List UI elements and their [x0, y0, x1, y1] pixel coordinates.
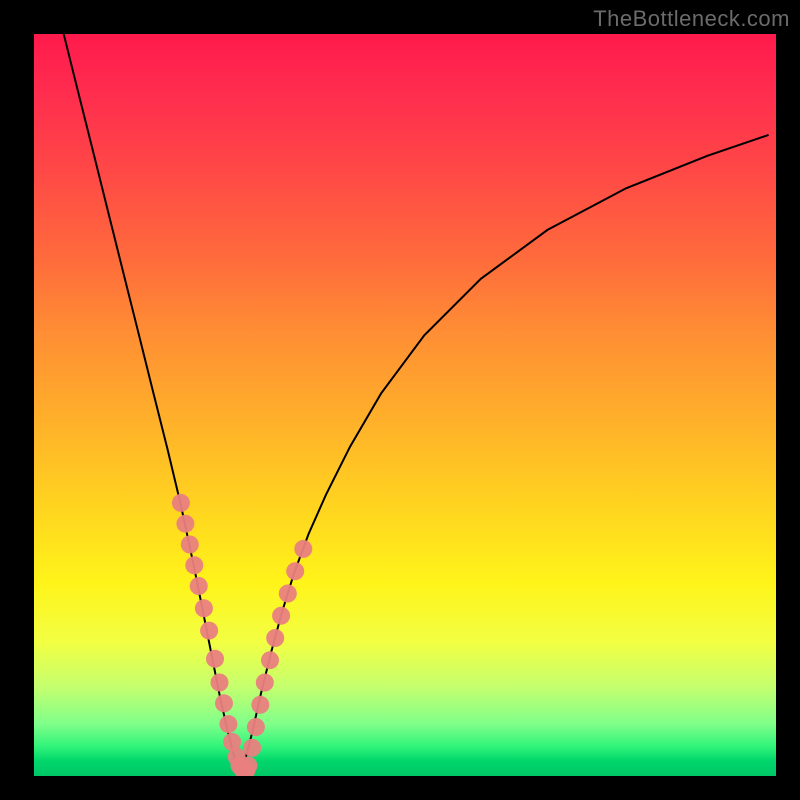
- data-marker: [256, 674, 274, 692]
- data-marker: [261, 651, 279, 669]
- chart-root: TheBottleneck.com: [0, 0, 800, 800]
- plot-area: [34, 34, 776, 776]
- data-marker: [294, 540, 312, 558]
- data-marker: [206, 650, 224, 668]
- data-marker: [279, 585, 297, 603]
- data-marker: [219, 715, 237, 733]
- data-marker: [195, 599, 213, 617]
- data-marker: [172, 494, 190, 512]
- data-marker: [243, 739, 261, 757]
- data-marker: [190, 577, 208, 595]
- data-marker: [176, 515, 194, 533]
- watermark-text: TheBottleneck.com: [593, 6, 790, 32]
- curve-right-branch: [239, 135, 769, 772]
- data-marker: [200, 622, 218, 640]
- data-marker: [185, 556, 203, 574]
- data-marker: [272, 607, 290, 625]
- data-marker: [286, 562, 304, 580]
- data-marker: [215, 694, 233, 712]
- curve-layer: [34, 34, 776, 776]
- data-marker: [211, 674, 229, 692]
- data-marker: [247, 718, 265, 736]
- marker-cluster-right: [239, 540, 312, 775]
- marker-cluster-left: [172, 494, 255, 776]
- data-marker: [239, 757, 257, 775]
- data-marker: [181, 536, 199, 554]
- data-marker: [251, 696, 269, 714]
- data-marker: [266, 629, 284, 647]
